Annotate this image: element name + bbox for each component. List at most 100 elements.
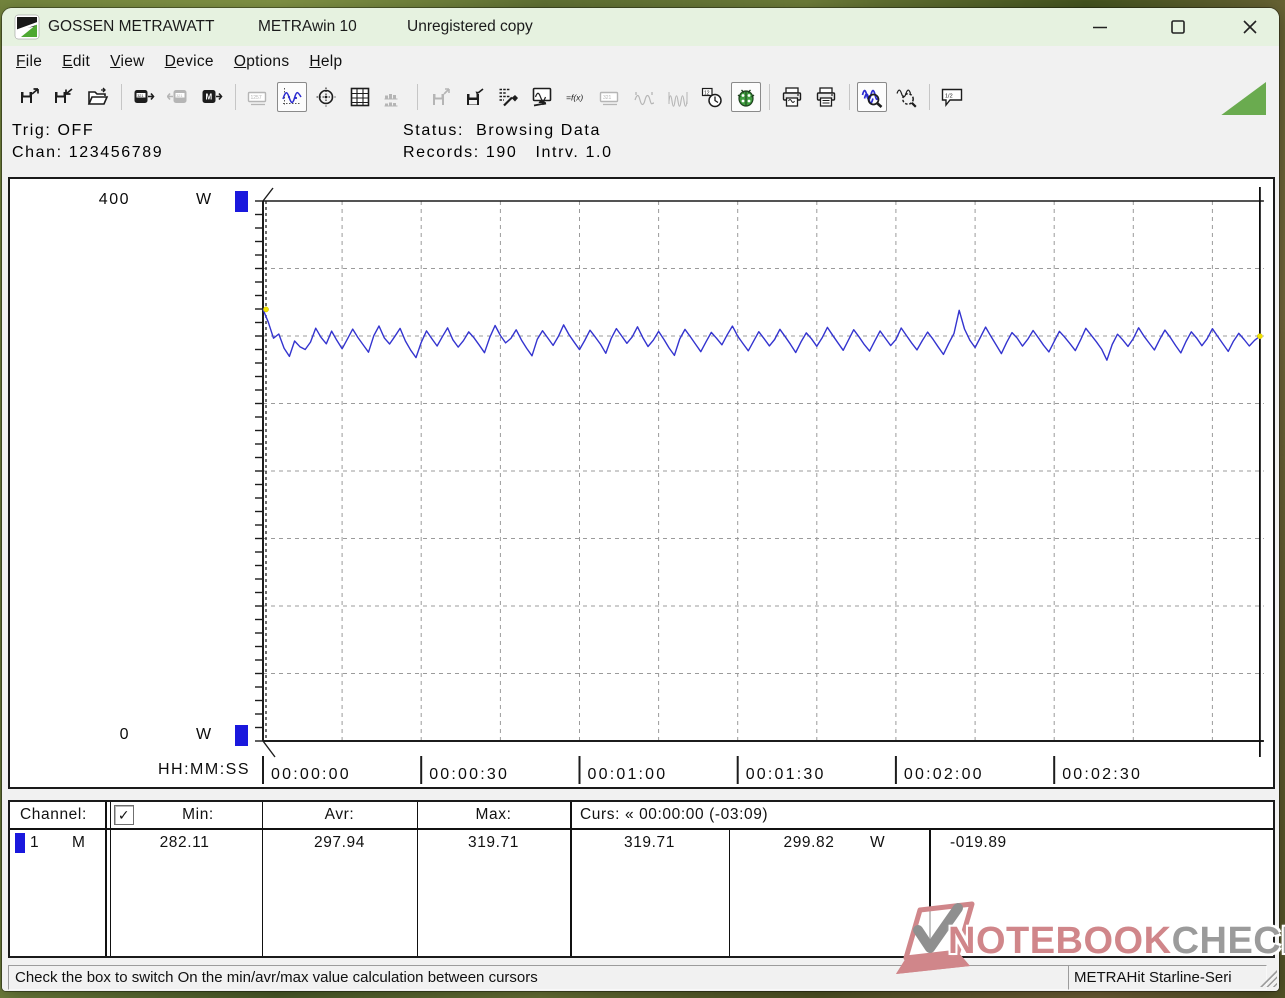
value-cursor2: 299.82	[729, 834, 889, 852]
toolbar-button-write-device[interactable]: 321	[163, 82, 193, 112]
toolbar-button-annotations[interactable]: 1/2	[937, 82, 967, 112]
svg-text:321: 321	[603, 95, 612, 101]
close-button[interactable]	[1235, 16, 1265, 38]
value-cursor1: 319.71	[570, 834, 729, 852]
menu-item-view[interactable]: View	[100, 49, 155, 75]
table-vline	[110, 802, 111, 956]
menu-item-help[interactable]: Help	[299, 49, 352, 75]
toolbar-button-open-file[interactable]	[15, 82, 45, 112]
svg-text:00:00:30: 00:00:30	[429, 766, 509, 783]
toolbar-corner-triangle	[1220, 82, 1266, 116]
app-window: GOSSEN METRAWATT METRAwin 10 Unregistere…	[2, 8, 1279, 991]
toolbar-button-curve-view[interactable]	[277, 82, 307, 112]
svg-text:1/2: 1/2	[945, 93, 953, 99]
minmax-checkbox[interactable]: ✓	[114, 805, 134, 825]
app-title: GOSSEN METRAWATT	[48, 18, 214, 36]
toolbar-button-save-file[interactable]	[49, 82, 79, 112]
records-status: Records: 190 Intrv. 1.0	[403, 144, 613, 162]
toolbar-separator	[235, 84, 236, 110]
status-bar: Check the box to switch On the min/avr/m…	[2, 964, 1279, 991]
value-min: 282.11	[107, 834, 262, 852]
svg-text:M: M	[206, 92, 213, 101]
toolbar-button-print[interactable]	[811, 82, 841, 112]
toolbar-button-table-view[interactable]	[345, 82, 375, 112]
value-delta: -019.89	[950, 834, 1007, 852]
check-icon: ✓	[118, 807, 130, 824]
x-axis-format-label: HH:MM:SS	[132, 761, 250, 779]
close-icon	[1241, 18, 1259, 36]
toolbar-button-export-disk[interactable]	[425, 82, 455, 112]
menu-item-file[interactable]: File	[6, 49, 52, 75]
toolbar-button-print-preview[interactable]	[777, 82, 807, 112]
toolbar-button-time-setup[interactable]: 12	[697, 82, 727, 112]
svg-text:00:01:30: 00:01:30	[746, 766, 826, 783]
chart-panel: 400 W 0 W 00:00:0000:00:3000:01:0000:01:…	[8, 177, 1275, 789]
col-header-max: Max:	[417, 806, 570, 824]
svg-text:321: 321	[137, 93, 143, 97]
menu-item-device[interactable]: Device	[155, 49, 224, 75]
x-tick-labels: 00:00:0000:00:3000:01:0000:01:3000:02:00…	[263, 756, 1142, 784]
toolbar: 321 321 M 1257 =f(x) 321 12 1/2	[2, 78, 1279, 116]
svg-text:1257: 1257	[251, 95, 262, 101]
toolbar-separator	[417, 84, 418, 110]
license-badge: Unregistered copy	[407, 18, 533, 36]
col-header-avr: Avr:	[262, 806, 417, 824]
table-vline	[262, 802, 263, 956]
svg-text:12: 12	[704, 90, 710, 96]
menu-bar: FileEditViewDeviceOptionsHelp	[2, 46, 1279, 78]
toolbar-button-zoom-select[interactable]	[891, 82, 921, 112]
toolbar-button-formula[interactable]: =f(x)	[561, 82, 591, 112]
cursor-1-dot	[263, 307, 268, 312]
svg-text:=f(x): =f(x)	[566, 92, 583, 102]
toolbar-separator	[929, 84, 930, 110]
menu-item-edit[interactable]: Edit	[52, 49, 100, 75]
svg-text:00:02:00: 00:02:00	[904, 766, 984, 783]
toolbar-button-numeric-display[interactable]: 1257	[243, 82, 273, 112]
toolbar-separator	[769, 84, 770, 110]
value-max: 319.71	[417, 834, 570, 852]
toolbar-button-read-memory[interactable]: M	[197, 82, 227, 112]
toolbar-button-multi-wave[interactable]	[663, 82, 693, 112]
channel-mode: M	[72, 834, 86, 852]
chart-plot[interactable]: 00:00:0000:00:3000:01:0000:01:3000:02:00…	[10, 179, 1273, 787]
title-bar[interactable]: GOSSEN METRAWATT METRAwin 10 Unregistere…	[2, 8, 1279, 46]
col-header-channel: Channel:	[20, 806, 87, 824]
channel-status: Chan: 123456789	[12, 144, 163, 162]
toolbar-button-channel-setup[interactable]	[493, 82, 523, 112]
toolbar-button-open-folder[interactable]	[83, 82, 113, 112]
toolbar-separator	[849, 84, 850, 110]
toolbar-button-log-to-disk[interactable]	[459, 82, 489, 112]
menu-item-options[interactable]: Options	[224, 49, 300, 75]
svg-text:00:01:00: 00:01:00	[588, 766, 668, 783]
toolbar-button-display-321[interactable]: 321	[595, 82, 625, 112]
toolbar-button-record-bug[interactable]	[731, 82, 761, 112]
minimize-icon	[1091, 18, 1109, 36]
toolbar-button-single-wave[interactable]	[629, 82, 659, 112]
statusbar-device: METRAHit Starline-Seri	[1068, 965, 1267, 990]
col-header-min: Min:	[134, 806, 262, 824]
measurement-table: Channel: ✓ Min: Avr: Max: Curs: « 00:00:…	[8, 800, 1275, 958]
maximize-button[interactable]	[1163, 16, 1193, 38]
table-vline	[929, 830, 931, 956]
channel-number: 1	[30, 834, 39, 852]
value-avr: 297.94	[262, 834, 417, 852]
maximize-icon	[1169, 18, 1187, 36]
browse-status: Status: Browsing Data	[403, 122, 601, 140]
toolbar-button-xy-view[interactable]	[311, 82, 341, 112]
app-logo-icon	[14, 14, 40, 40]
svg-text:00:02:30: 00:02:30	[1062, 766, 1142, 783]
product-title: METRAwin 10	[258, 18, 357, 36]
status-panel: Trig: OFF Chan: 123456789 Status: Browsi…	[2, 115, 1279, 177]
table-vline	[570, 802, 572, 956]
cursor-2-dot	[1257, 334, 1262, 339]
col-header-cursors: Curs: « 00:00:00 (-03:09)	[580, 806, 768, 824]
grid-lines	[263, 201, 1264, 741]
toolbar-button-read-device[interactable]: 321	[129, 82, 159, 112]
minimize-button[interactable]	[1085, 16, 1115, 38]
toolbar-button-histogram-view[interactable]	[379, 82, 409, 112]
toolbar-button-zoom-curve[interactable]	[857, 82, 887, 112]
value-unit: W	[870, 834, 885, 852]
svg-text:321: 321	[176, 93, 182, 97]
toolbar-separator	[121, 84, 122, 110]
toolbar-button-monitor-setup[interactable]	[527, 82, 557, 112]
